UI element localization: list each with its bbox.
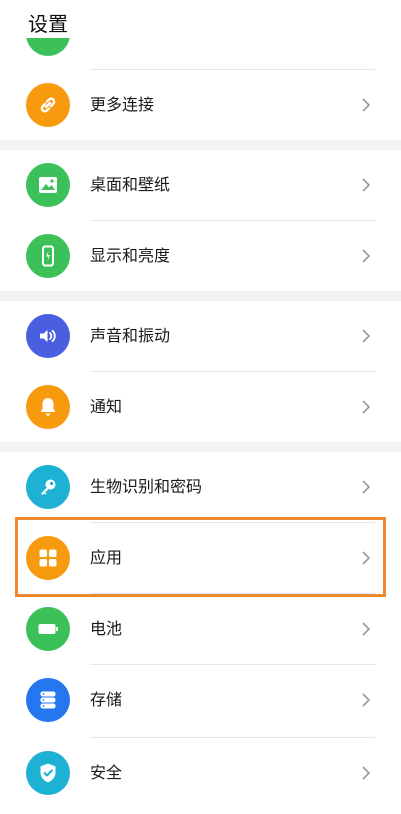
settings-item-battery[interactable]: 电池 [0, 594, 401, 664]
key-icon [26, 465, 70, 509]
settings-page: 设置 更多连接 桌面和壁纸 显示和亮度 声音和振动 通知 生物识别和密码 应用 … [0, 0, 401, 814]
chevron-right-icon [362, 551, 371, 565]
settings-item-security[interactable]: 安全 [0, 738, 401, 808]
settings-item-sound[interactable]: 声音和振动 [0, 301, 401, 371]
settings-item-storage[interactable]: 存储 [0, 665, 401, 735]
settings-item-more-connections[interactable]: 更多连接 [0, 70, 401, 140]
chevron-right-icon [362, 693, 371, 707]
page-title: 设置 [28, 12, 68, 36]
section-separator [0, 291, 401, 301]
chevron-right-icon [362, 480, 371, 494]
chevron-right-icon [362, 766, 371, 780]
settings-item-biometrics[interactable]: 生物识别和密码 [0, 452, 401, 522]
settings-item-wallpaper[interactable]: 桌面和壁纸 [0, 150, 401, 220]
chevron-right-icon [362, 400, 371, 414]
section-separator [0, 442, 401, 452]
shield-check-icon [26, 751, 70, 795]
settings-item-label: 桌面和壁纸 [90, 175, 171, 194]
picture-icon [26, 163, 70, 207]
settings-item-label: 通知 [90, 397, 123, 416]
storage-icon [26, 678, 70, 722]
link-icon [26, 83, 70, 127]
settings-item-apps[interactable]: 应用 [0, 523, 401, 593]
partial-green-icon [26, 38, 70, 58]
settings-item-label: 显示和亮度 [90, 246, 171, 265]
settings-item-notifications[interactable]: 通知 [0, 372, 401, 442]
speaker-icon [26, 314, 70, 358]
settings-item-label: 安全 [90, 763, 123, 782]
settings-item-label: 存储 [90, 690, 123, 709]
chevron-right-icon [362, 622, 371, 636]
settings-item-display[interactable]: 显示和亮度 [0, 221, 401, 291]
chevron-right-icon [362, 249, 371, 263]
chevron-right-icon [362, 178, 371, 192]
settings-item-label: 生物识别和密码 [90, 477, 203, 496]
settings-item-label: 更多连接 [90, 95, 155, 114]
battery-icon [26, 607, 70, 651]
chevron-right-icon [362, 98, 371, 112]
settings-item-label: 声音和振动 [90, 326, 171, 345]
bell-icon [26, 385, 70, 429]
chevron-right-icon [362, 329, 371, 343]
section-separator [0, 140, 401, 150]
apps-grid-icon [26, 536, 70, 580]
phone-brightness-icon [26, 234, 70, 278]
settings-item-label: 电池 [90, 619, 123, 638]
settings-item-label: 应用 [90, 548, 123, 567]
